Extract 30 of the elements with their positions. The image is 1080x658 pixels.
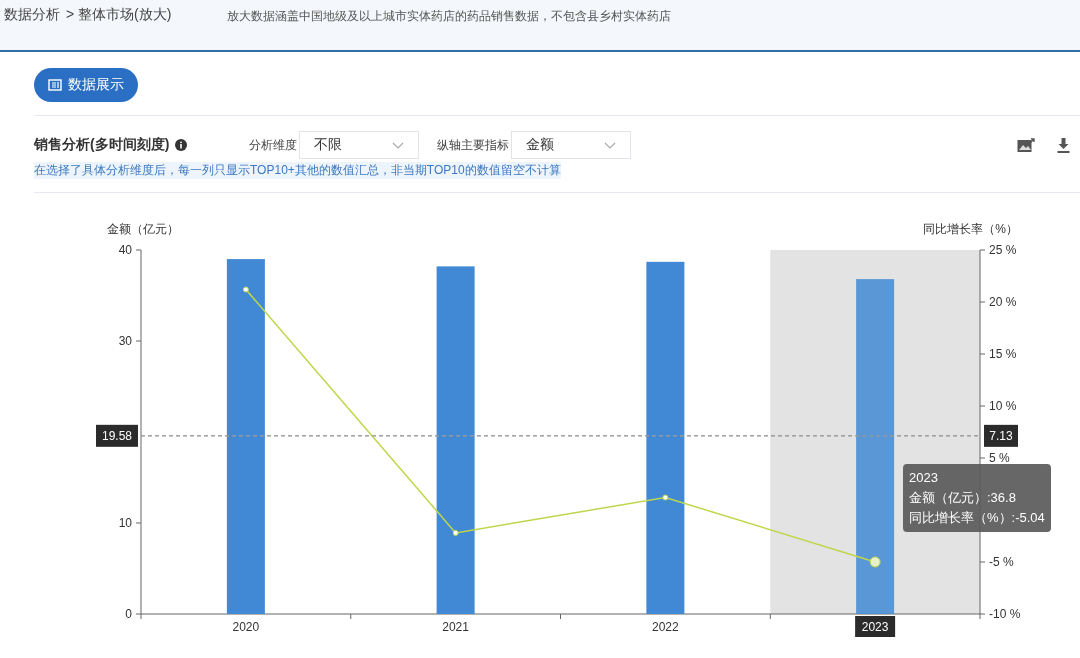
y-tick-label: 20 %: [989, 295, 1017, 309]
axis-title: 同比增长率（%）: [923, 222, 1018, 236]
x-tick-label: 2022: [652, 620, 679, 634]
y-tick-label: 10: [118, 516, 132, 530]
x-tick-label: 2021: [442, 620, 469, 634]
tooltip-line: 金额（亿元）:36.8: [909, 489, 1017, 507]
y-tick-label: 30: [118, 334, 132, 348]
x-pointer-label: 2023: [855, 616, 896, 637]
filter-label: 分析维度: [249, 136, 298, 154]
ref-line-label: 19.58: [101, 428, 133, 443]
y-tick-label: 10 %: [989, 399, 1017, 413]
pointer-label: 7.13: [984, 424, 1018, 447]
y-tick-label: 15 %: [989, 347, 1017, 361]
y-tick-label: 0: [125, 607, 132, 621]
y-tick-label: 25 %: [989, 243, 1017, 257]
pointer-label: 19.58: [96, 424, 138, 447]
data-coverage-notice: 放大数据涵盖中国地级及以上城市实体药店的药品销售数据，不包含县乡村实体药店: [227, 8, 672, 25]
y-tick-label: 40: [118, 243, 132, 257]
axis-title: 金额（亿元）: [107, 222, 179, 236]
y-tick-label: -10 %: [989, 607, 1021, 621]
section-title: 销售分析(多时间刻度): [34, 136, 170, 154]
analysis-note: 在选择了具体分析维度后，每一列只显示TOP10+其他的数值汇总，非当期TOP10的数值留空不计算: [34, 162, 561, 179]
y-tick-label: 5 %: [989, 451, 1010, 465]
x-tick-label: 2020: [232, 620, 260, 634]
filter-label: 纵轴主要指标: [437, 136, 510, 154]
x-tick-label: 2023: [861, 620, 889, 634]
ref-line-label: 7.13: [989, 428, 1013, 443]
tooltip-title: 2023: [909, 469, 939, 487]
tooltip-line: 同比增长率（%）:-5.04: [909, 509, 1045, 527]
y-tick-label: -5 %: [989, 555, 1014, 569]
